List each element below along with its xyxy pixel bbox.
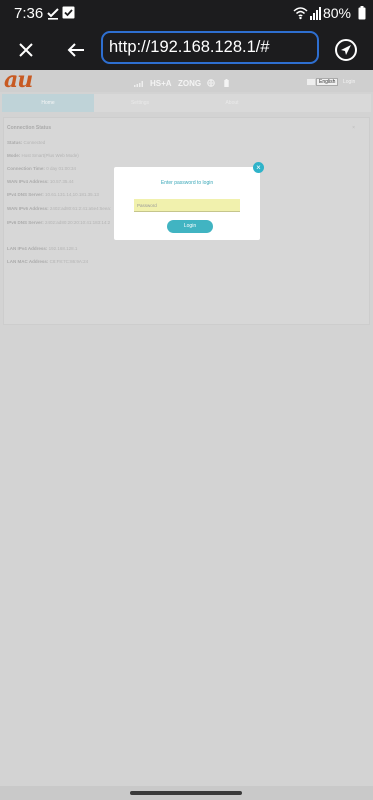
info-row: Mode: Host Smart(Plus Web Mode): [7, 153, 79, 158]
info-row: WAN IPv4 Address: 10.57.35.44: [7, 179, 74, 184]
login-button[interactable]: Login: [167, 220, 213, 233]
wifi-icon: [293, 7, 308, 20]
web-page: au HS+A ZONG English Login Home Settings…: [0, 70, 373, 786]
router-battery-icon: [224, 79, 229, 87]
navigate-icon: [335, 39, 357, 61]
login-dialog-title: Enter password to login: [160, 180, 214, 186]
home-handle[interactable]: [130, 791, 242, 795]
close-icon: [19, 43, 33, 57]
close-button[interactable]: [11, 35, 41, 65]
info-row: IPv4 DNS Server: 10.61.131.14,10.181.35.…: [7, 192, 99, 197]
download-done-icon: [47, 8, 59, 20]
url-input[interactable]: http://192.168.128.1/#: [101, 31, 319, 64]
info-row: LAN IPv4 Address: 192.168.128.1: [7, 246, 78, 251]
back-arrow-icon: [67, 43, 84, 57]
battery-icon: [358, 6, 366, 20]
globe-icon: [207, 79, 215, 87]
network-type: HS+A: [150, 79, 172, 88]
password-field[interactable]: Password: [134, 199, 240, 212]
info-row: LAN MAC Address: C8:F8:7C:86:9A:24: [7, 259, 89, 264]
info-row: Connection Time: 0 day 01:00:34: [7, 166, 76, 171]
status-bar: 7:36 80%: [0, 0, 373, 28]
back-button[interactable]: [61, 35, 91, 65]
au-logo: au: [4, 70, 33, 93]
info-row: IPv6 DNS Server: 2402:ad80:20:20:10:41:1…: [7, 220, 111, 225]
tab-home[interactable]: Home: [2, 94, 94, 112]
info-row: Status: Connected: [7, 140, 46, 145]
login-dialog: Enter password to login Password Login: [114, 167, 260, 240]
panel-collapse-icon[interactable]: ×: [352, 125, 355, 131]
header-login-link[interactable]: Login: [343, 79, 355, 85]
language-select[interactable]: English: [316, 78, 339, 86]
battery-percent: 80%: [322, 5, 351, 21]
gesture-bar: [0, 786, 373, 800]
router-nav: Home Settings About: [2, 94, 371, 112]
clock: 7:36: [14, 5, 44, 22]
signal-strength-icon: [134, 81, 143, 87]
checkbox-icon: [62, 6, 75, 19]
panel-title: Connection Status: [7, 125, 52, 131]
browser-toolbar: http://192.168.128.1/#: [0, 28, 373, 70]
router-header: au HS+A ZONG English Login: [0, 70, 373, 93]
tab-settings[interactable]: Settings: [94, 94, 186, 112]
go-button[interactable]: [331, 35, 361, 65]
info-row: WAN IPv6 Address: 2402:ad80:61:2:41:a5e4…: [7, 206, 112, 211]
dialog-close-icon[interactable]: ×: [253, 162, 264, 173]
operator-name: ZONG: [178, 79, 202, 88]
language-flag: [307, 79, 315, 85]
signal-icon: [310, 7, 321, 20]
tab-about[interactable]: About: [186, 94, 278, 112]
